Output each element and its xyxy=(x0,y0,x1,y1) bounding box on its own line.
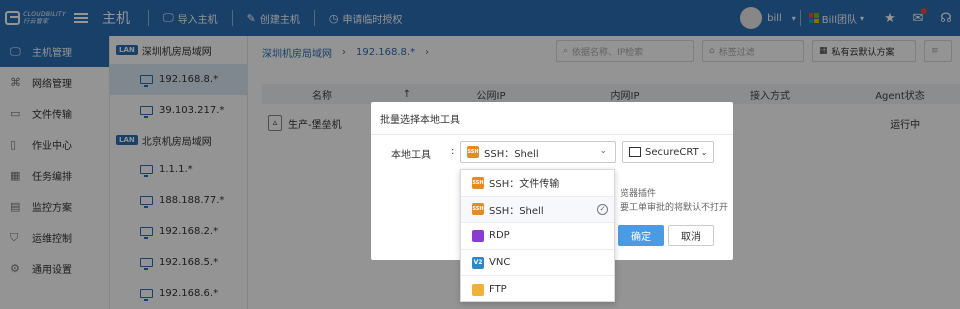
dropdown-option-ssh-file-transfer[interactable]: SSH SSH：文件传输 xyxy=(461,170,614,197)
dialog-divider xyxy=(371,134,733,135)
dropdown-option-ftp[interactable]: FTP xyxy=(461,276,614,303)
local-tool-label: 本地工具 xyxy=(391,150,431,161)
local-tool-dropdown: SSH SSH：文件传输 SSH SSH：Shell ✓ RDP V2 VNC … xyxy=(460,169,615,302)
ssh-icon: SSH xyxy=(472,203,484,216)
dropdown-option-vnc[interactable]: V2 VNC xyxy=(461,250,614,277)
client-value: SecureCRT xyxy=(645,146,699,158)
local-tool-value: SSH：Shell xyxy=(484,148,539,160)
field-colon: : xyxy=(451,146,455,157)
option-label: FTP xyxy=(489,284,507,296)
check-circle-icon: ✓ xyxy=(597,203,608,215)
local-tool-select[interactable]: SSH SSH：Shell ⌄ xyxy=(460,141,616,163)
ssh-icon: SSH xyxy=(472,176,484,189)
dropdown-option-rdp[interactable]: RDP xyxy=(461,223,614,250)
plugin-note: 览器插件 xyxy=(620,189,657,199)
ftp-icon xyxy=(472,283,484,296)
option-label: VNC xyxy=(489,257,511,269)
vnc-icon: V2 xyxy=(472,256,484,269)
ssh-icon: SSH xyxy=(467,146,479,158)
option-label: SSH：Shell xyxy=(489,205,544,217)
terminal-icon xyxy=(629,147,641,157)
confirm-button[interactable]: 确定 xyxy=(618,225,664,246)
rdp-icon xyxy=(472,229,484,242)
approval-note: 要工单审批的将默认不打开 xyxy=(620,203,729,213)
chevron-down-icon: ⌄ xyxy=(599,146,607,156)
option-label: RDP xyxy=(489,230,510,242)
chevron-down-icon: ⌄ xyxy=(700,147,708,157)
client-select[interactable]: SecureCRT ⌄ xyxy=(622,141,714,163)
option-label: SSH：文件传输 xyxy=(489,179,560,191)
cancel-button[interactable]: 取消 xyxy=(668,225,714,246)
dialog-title: 批量选择本地工具 xyxy=(380,115,460,126)
dropdown-option-ssh-shell[interactable]: SSH SSH：Shell ✓ xyxy=(461,196,614,224)
